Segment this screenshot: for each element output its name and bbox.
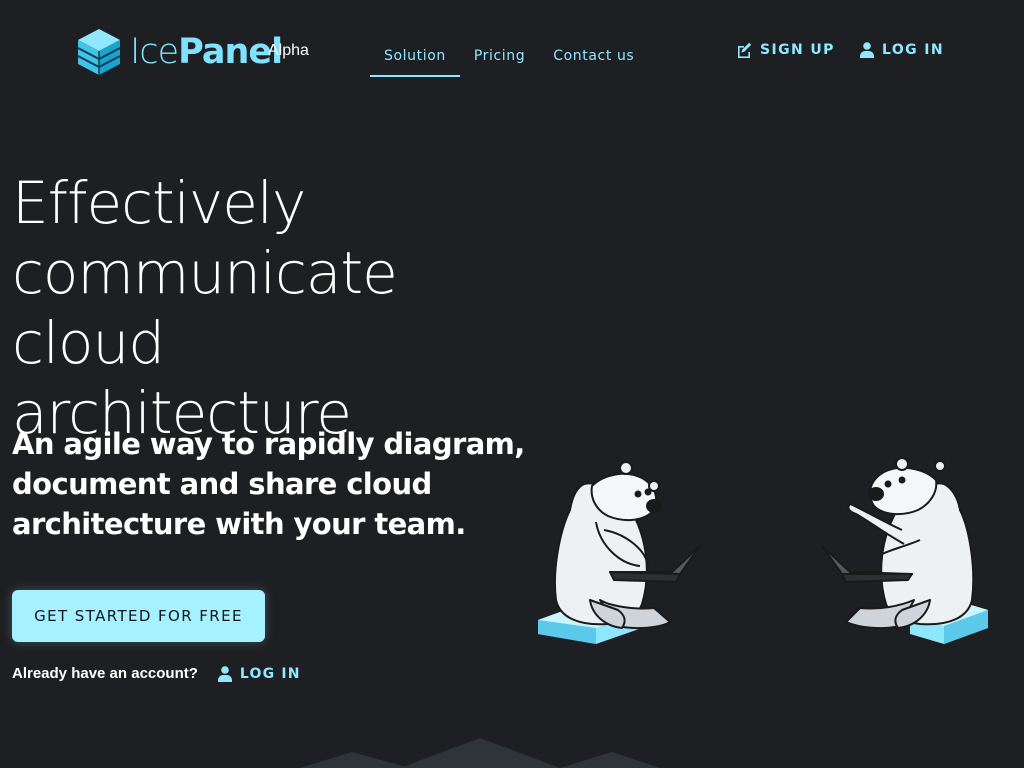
nav-solution[interactable]: Solution <box>370 36 460 77</box>
hero-login-label: LOG IN <box>239 665 301 682</box>
headline-line: Effectively <box>12 169 306 237</box>
nav-pricing[interactable]: Pricing <box>460 36 539 77</box>
headline-line: communicate cloud <box>12 239 398 377</box>
cube-logo-icon <box>77 29 121 75</box>
mountains-decoration <box>300 738 660 768</box>
edit-icon <box>738 42 752 58</box>
existing-account-row: Already have an account? LOG IN <box>12 665 301 682</box>
polar-bear-right <box>821 457 975 630</box>
polar-bears-illustration <box>538 457 988 644</box>
brand-name: IcePanel <box>130 31 283 72</box>
landing-page: IcePanel Alpha Solution Pricing Contact … <box>0 0 1024 768</box>
brand-name-part1: Ice <box>130 31 179 72</box>
subhead-line: architecture with your team. <box>12 507 466 541</box>
user-icon <box>217 665 232 682</box>
brand-logo[interactable]: IcePanel <box>76 26 283 78</box>
login-button[interactable]: LOG IN <box>860 42 944 58</box>
alpha-badge: Alpha <box>268 42 309 59</box>
get-started-button[interactable]: GET STARTED FOR FREE <box>12 590 265 642</box>
subhead-line: An agile way to rapidly diagram, <box>12 427 525 461</box>
hero-login-link[interactable]: LOG IN <box>217 665 301 682</box>
hero-subheadline: An agile way to rapidly diagram, documen… <box>12 424 532 544</box>
main-nav: Solution Pricing Contact us <box>370 36 648 77</box>
login-label: LOG IN <box>882 42 945 58</box>
already-account-text: Already have an account? <box>12 665 198 682</box>
signup-button[interactable]: SIGN UP <box>736 42 835 58</box>
brand-name-part2: Panel <box>178 31 283 72</box>
signup-label: SIGN UP <box>760 42 835 58</box>
subhead-line: document and share cloud <box>12 467 432 501</box>
polar-bear-left <box>553 461 701 630</box>
user-icon <box>860 42 874 58</box>
nav-contact-us[interactable]: Contact us <box>539 36 648 77</box>
hero-headline: Effectively communicate cloud architectu… <box>12 168 532 448</box>
